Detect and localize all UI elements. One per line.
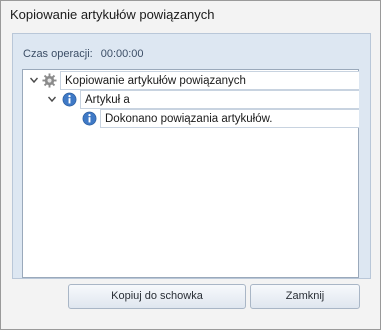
gear-icon — [42, 73, 57, 88]
window-title: Kopiowanie artykułów powiązanych — [10, 7, 215, 22]
info-icon — [62, 92, 77, 107]
chevron-down-icon[interactable] — [48, 95, 56, 103]
operation-time: Czas operacji: 00:00:00 — [23, 48, 144, 60]
operation-tree[interactable]: Kopiowanie artykułów powiązanych Artykuł… — [22, 69, 359, 278]
tree-node-message[interactable]: Dokonano powiązania artykułów. — [23, 109, 359, 128]
operation-time-value: 00:00:00 — [100, 48, 144, 60]
tree-node-root[interactable]: Kopiowanie artykułów powiązanych — [23, 71, 359, 90]
dialog-window: Kopiowanie artykułów powiązanych Czas op… — [0, 0, 381, 330]
info-icon — [82, 111, 97, 126]
tree-node-label: Artykuł a — [80, 90, 359, 109]
chevron-down-icon[interactable] — [30, 76, 38, 84]
content-panel: Czas operacji: 00:00:00 Kopiowanie artyk… — [12, 33, 371, 279]
close-button[interactable]: Zamknij — [250, 284, 360, 309]
tree-node-label: Kopiowanie artykułów powiązanych — [60, 71, 359, 90]
tree-node-article[interactable]: Artykuł a — [23, 90, 359, 109]
copy-to-clipboard-button[interactable]: Kopiuj do schowka — [68, 284, 246, 309]
tree-node-label: Dokonano powiązania artykułów. — [100, 109, 359, 128]
operation-time-label: Czas operacji: — [23, 48, 93, 60]
